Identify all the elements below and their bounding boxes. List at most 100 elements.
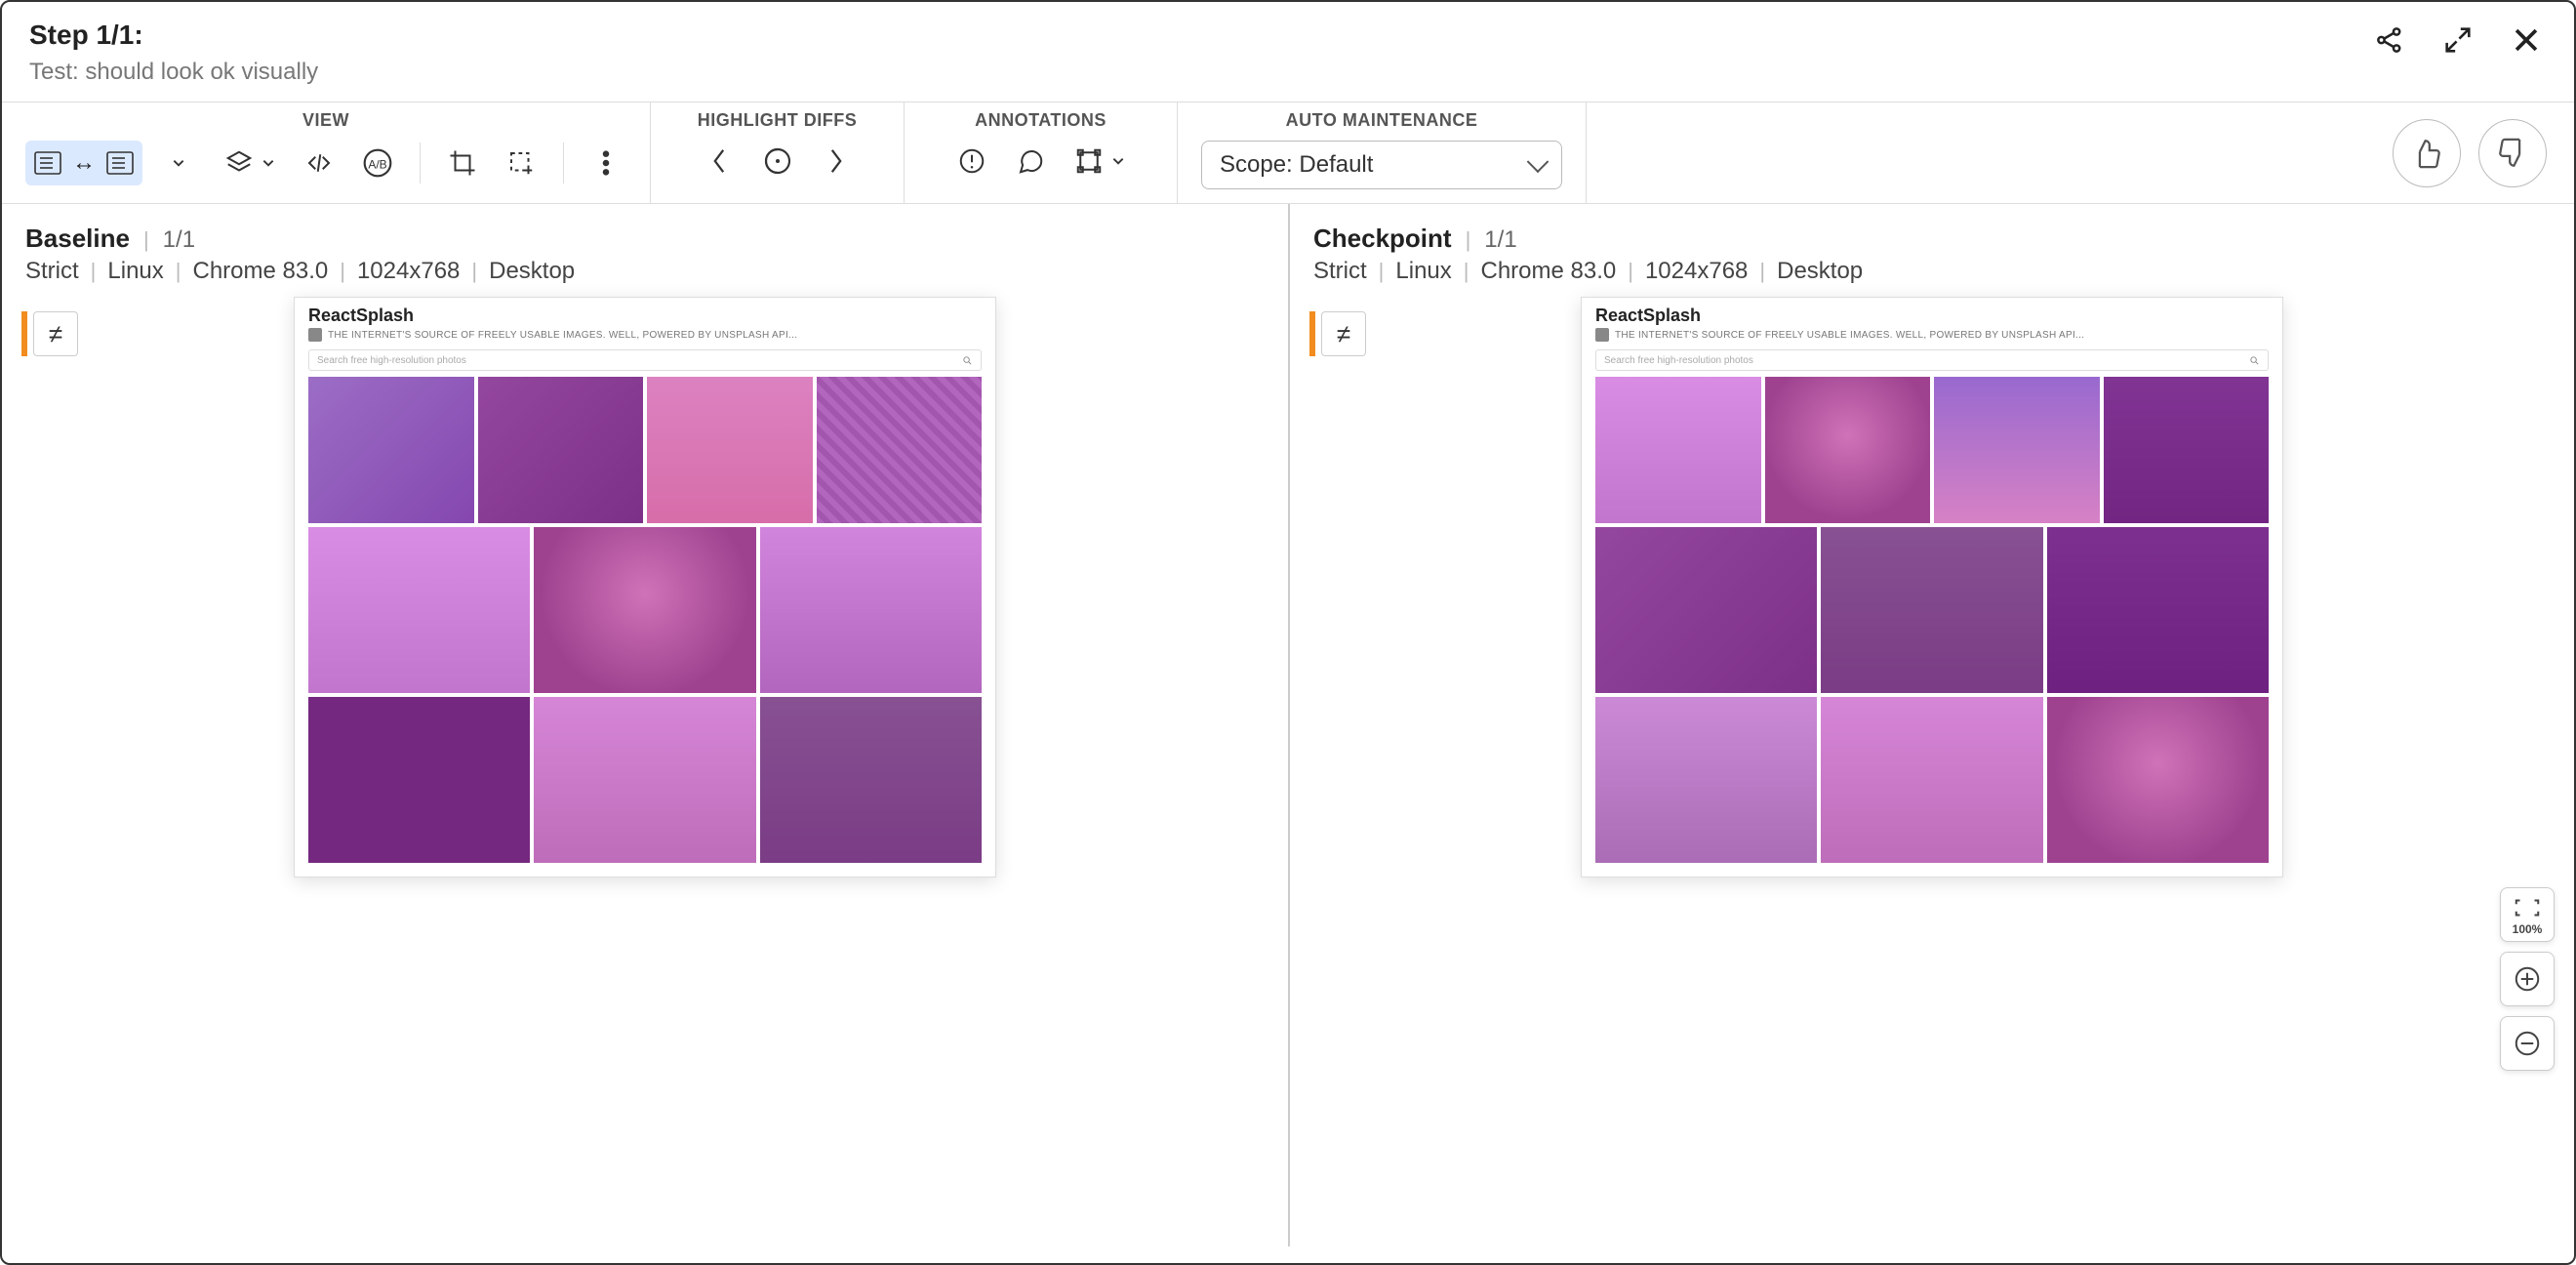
close-icon: [2510, 23, 2543, 57]
prev-diff-button[interactable]: [699, 141, 740, 182]
step-editor-window: Step 1/1: Test: should look ok visually …: [0, 0, 2576, 1265]
issues-button[interactable]: [951, 141, 992, 182]
image-grid-row1: [308, 377, 982, 523]
baseline-browser: Chrome 83.0: [192, 258, 328, 285]
toolbar-label-view: VIEW: [302, 110, 349, 131]
layers-caret[interactable]: [260, 143, 281, 184]
ab-icon: A/B: [362, 147, 393, 179]
ab-compare-button[interactable]: A/B: [357, 143, 398, 184]
toolbar-section-annotations: ANNOTATIONS: [905, 102, 1178, 203]
scope-select[interactable]: Scope: Default: [1201, 141, 1562, 189]
baseline-os: Linux: [107, 258, 163, 285]
chevron-down-icon: [172, 156, 185, 170]
baseline-pane: Baseline | 1/1 Strict| Linux| Chrome 83.…: [2, 204, 1288, 1246]
checkpoint-title: Checkpoint: [1313, 224, 1452, 254]
zoom-in-button[interactable]: [2500, 952, 2555, 1006]
zoom-controls: 100%: [2500, 887, 2555, 1071]
zoom-out-button[interactable]: [2500, 1016, 2555, 1071]
toolbar: VIEW ↔ A/B: [2, 102, 2574, 204]
expand-button[interactable]: [2437, 20, 2478, 63]
baseline-viewport: 1024x768: [357, 258, 460, 285]
share-icon: [2373, 23, 2406, 57]
image-grid-row2: [1595, 527, 2269, 863]
panel-left-icon: [33, 150, 62, 176]
app-search-input: Search free high-resolution photos: [1595, 349, 2269, 371]
close-button[interactable]: [2506, 20, 2547, 63]
checkpoint-screenshot[interactable]: ReactSplash THE INTERNET'S SOURCE OF FRE…: [1581, 297, 2283, 877]
thumbs-up-button[interactable]: [2393, 119, 2461, 187]
search-icon: [962, 355, 973, 366]
checkpoint-diff-indicator[interactable]: ≠: [1309, 311, 1366, 356]
checkpoint-index: 1/1: [1484, 226, 1516, 254]
app-title: ReactSplash: [1595, 306, 2269, 326]
baseline-match: Strict: [25, 258, 79, 285]
separator: [420, 143, 421, 184]
share-button[interactable]: [2369, 20, 2410, 63]
chevron-down-icon: [262, 156, 275, 170]
dom-view-button[interactable]: [299, 143, 340, 184]
not-equal-icon: ≠: [33, 311, 78, 356]
crop-button[interactable]: [442, 143, 483, 184]
image-grid-row1: [1595, 377, 2269, 523]
baseline-screenshot[interactable]: ReactSplash THE INTERNET'S SOURCE OF FRE…: [294, 297, 996, 877]
expand-icon: [2441, 23, 2475, 57]
toolbar-section-automaint: AUTO MAINTENANCE Scope: Default: [1178, 102, 1587, 203]
baseline-meta: Strict| Linux| Chrome 83.0| 1024x768| De…: [25, 258, 1265, 285]
target-icon: [762, 145, 793, 177]
app-search-placeholder: Search free high-resolution photos: [1604, 355, 1753, 366]
scope-select-value: Scope: Default: [1220, 151, 1373, 179]
baseline-title: Baseline: [25, 224, 130, 254]
thumbs-down-icon: [2496, 137, 2529, 170]
toolbar-section-highlight: HIGHLIGHT DIFFS: [651, 102, 905, 203]
minus-circle-icon: [2513, 1029, 2542, 1058]
step-title: Step 1/1:: [29, 20, 318, 51]
toolbar-label-annotations: ANNOTATIONS: [975, 110, 1107, 131]
toolbar-label-highlight: HIGHLIGHT DIFFS: [698, 110, 858, 131]
header-bar: Step 1/1: Test: should look ok visually: [2, 2, 2574, 102]
fit-icon: [2513, 893, 2542, 922]
app-tagline: THE INTERNET'S SOURCE OF FREELY USABLE I…: [328, 330, 797, 341]
code-icon: [302, 148, 336, 178]
separator: [563, 143, 564, 184]
panel-right-icon: [105, 150, 135, 176]
chevron-left-icon: [708, 147, 730, 175]
svg-text:A/B: A/B: [368, 157, 386, 171]
zoom-fit-label: 100%: [2513, 922, 2543, 936]
more-view-button[interactable]: [585, 143, 626, 184]
toolbar-section-view: VIEW ↔ A/B: [2, 102, 651, 203]
approval-buttons: [2365, 102, 2574, 203]
regions-caret[interactable]: [1109, 141, 1131, 182]
baseline-diff-indicator[interactable]: ≠: [21, 311, 78, 356]
alert-circle-icon: [957, 146, 986, 176]
next-diff-button[interactable]: [816, 141, 857, 182]
app-search-input: Search free high-resolution photos: [308, 349, 982, 371]
test-name: Test: should look ok visually: [29, 59, 318, 86]
preview-diffs-button[interactable]: [757, 141, 798, 182]
comment-icon: [1015, 146, 1046, 176]
thumbs-up-icon: [2410, 137, 2443, 170]
checkpoint-device: Desktop: [1777, 258, 1863, 285]
comparison-area: Baseline | 1/1 Strict| Linux| Chrome 83.…: [2, 204, 2574, 1246]
zoom-fit-button[interactable]: 100%: [2500, 887, 2555, 942]
search-icon: [2249, 355, 2260, 366]
crop-icon: [448, 148, 477, 178]
app-search-placeholder: Search free high-resolution photos: [317, 355, 466, 366]
kebab-icon: [602, 149, 610, 177]
thumbs-down-button[interactable]: [2478, 119, 2547, 187]
layers-button[interactable]: [219, 143, 260, 184]
baseline-index: 1/1: [163, 226, 195, 254]
checkpoint-pane: Checkpoint | 1/1 Strict| Linux| Chrome 8…: [1288, 204, 2574, 1246]
app-title: ReactSplash: [308, 306, 982, 326]
regions-button[interactable]: [1068, 141, 1109, 182]
side-by-side-toggle[interactable]: ↔: [25, 141, 142, 185]
view-mode-caret[interactable]: [160, 143, 201, 184]
checkpoint-viewport: 1024x768: [1645, 258, 1748, 285]
checkpoint-browser: Chrome 83.0: [1480, 258, 1616, 285]
toolbar-label-automaint: AUTO MAINTENANCE: [1286, 110, 1478, 131]
comments-button[interactable]: [1010, 141, 1051, 182]
plus-circle-icon: [2513, 964, 2542, 994]
target-region-button[interactable]: [501, 143, 542, 184]
swap-arrow-icon: ↔: [68, 149, 100, 177]
image-grid-row2: [308, 527, 982, 863]
app-logo-icon: [1595, 328, 1609, 342]
